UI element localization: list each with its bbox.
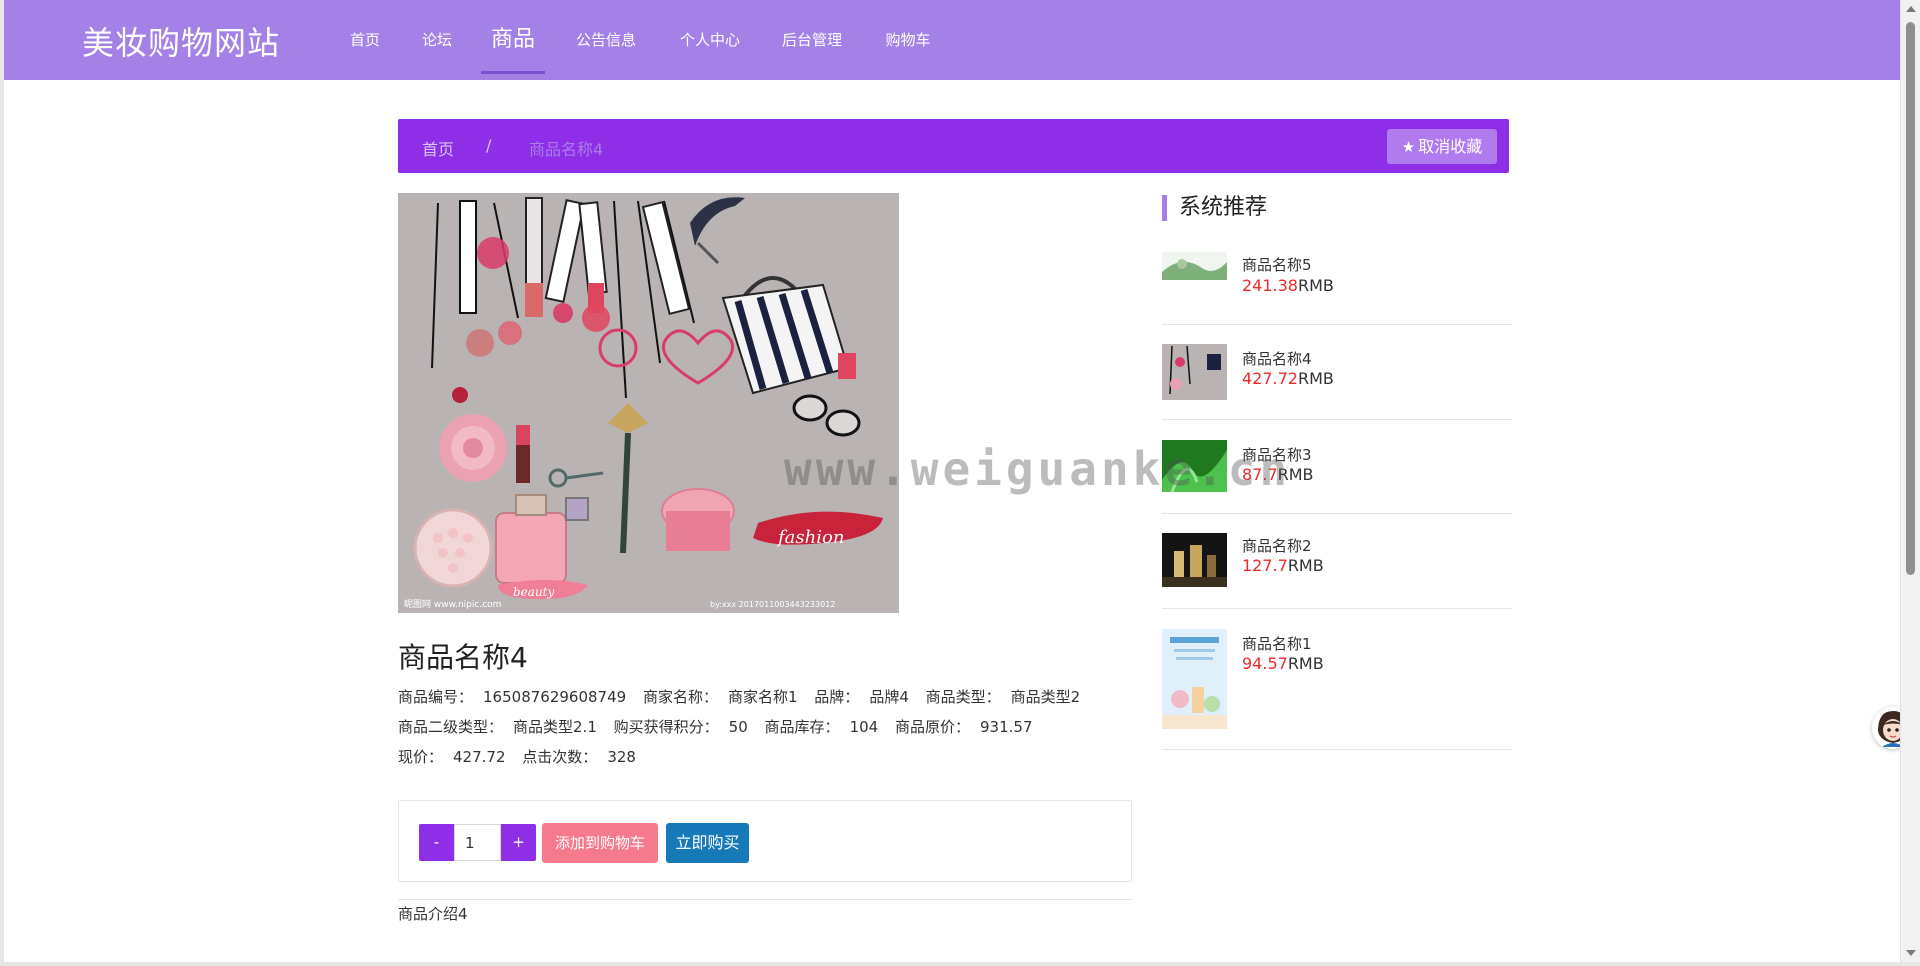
product-image: fashion beauty 昵图网 www.nipic.com by:xxx … xyxy=(398,193,899,613)
current-price-value: 427.72 xyxy=(453,748,506,766)
current-price-label: 现价： xyxy=(398,748,444,766)
nav-item-forum[interactable]: 论坛 xyxy=(420,0,454,80)
stock-value: 104 xyxy=(849,718,879,736)
subtype-label: 商品二级类型： xyxy=(398,718,504,736)
recommend-price-value: 94.57 xyxy=(1242,654,1288,673)
breadcrumb: 首页 / 商品名称4 ★ 取消收藏 xyxy=(398,119,1509,173)
breadcrumb-separator: / xyxy=(486,136,492,155)
recommend-price: 127.7RMB xyxy=(1242,556,1324,575)
recommend-thumb xyxy=(1162,533,1227,587)
buy-now-button[interactable]: 立即购买 xyxy=(666,823,749,863)
brand-value: 品牌4 xyxy=(869,688,909,706)
recommend-item[interactable]: 商品名称4 427.72RMB xyxy=(1162,344,1512,420)
nav-item-cart[interactable]: 购物车 xyxy=(884,0,932,80)
breadcrumb-home[interactable]: 首页 xyxy=(422,136,454,160)
quantity-increase-button[interactable]: + xyxy=(501,824,536,861)
recommend-price: 87.7RMB xyxy=(1242,465,1314,484)
points-value: 50 xyxy=(728,718,748,736)
product-thumb-image xyxy=(1162,252,1227,280)
site-brand[interactable]: 美妆购物网站 xyxy=(82,18,280,64)
recommend-item[interactable]: 商品名称1 94.57RMB xyxy=(1162,629,1512,750)
nav-item-profile[interactable]: 个人中心 xyxy=(678,0,742,80)
product-thumb-image xyxy=(1162,344,1227,400)
recommend-price: 94.57RMB xyxy=(1242,654,1324,673)
recommend-price-currency: RMB xyxy=(1287,556,1324,575)
recommend-thumb xyxy=(1162,440,1227,492)
recommend-thumb xyxy=(1162,629,1227,729)
nav-item-announcements[interactable]: 公告信息 xyxy=(574,0,638,80)
top-navbar: 美妆购物网站 首页 论坛 商品 公告信息 个人中心 后台管理 购物车 xyxy=(4,0,1900,80)
product-intro: 商品介绍4 xyxy=(398,905,468,923)
stock-label: 商品库存： xyxy=(764,718,840,736)
original-price-value: 931.57 xyxy=(980,718,1033,736)
product-thumb-image xyxy=(1162,533,1227,587)
points-label: 购买获得积分： xyxy=(613,718,719,736)
product-info-line-2: 商品二级类型： 商品类型2.1 购买获得积分： 50 商品库存： 104 商品原价： 9… xyxy=(398,716,1033,737)
nav-item-home[interactable]: 首页 xyxy=(348,0,382,80)
scroll-down-arrow-icon[interactable] xyxy=(1906,950,1916,956)
product-code-value: 165087629608749 xyxy=(483,688,627,706)
page-scrollbar[interactable] xyxy=(1900,0,1920,962)
recommend-price-value: 127.7 xyxy=(1242,556,1288,575)
recommend-price-currency: RMB xyxy=(1297,276,1334,295)
recommend-price-currency: RMB xyxy=(1297,369,1334,388)
recommend-thumb xyxy=(1162,344,1227,400)
recommend-name: 商品名称5 xyxy=(1242,256,1312,274)
nav-item-admin[interactable]: 后台管理 xyxy=(780,0,844,80)
scroll-up-arrow-icon[interactable] xyxy=(1906,6,1916,12)
recommend-price-value: 241.38 xyxy=(1242,276,1298,295)
description-divider xyxy=(398,899,1132,900)
image-fashion-text: fashion xyxy=(776,527,844,548)
recommend-price: 241.38RMB xyxy=(1242,276,1334,295)
recommend-thumb xyxy=(1162,252,1227,280)
image-watermark-right: by:xxx 2017011003443233012 xyxy=(710,600,835,609)
recommend-name: 商品名称4 xyxy=(1242,350,1312,368)
merchant-name-value: 商家名称1 xyxy=(727,688,798,706)
click-count-value: 328 xyxy=(607,748,636,766)
recommend-price: 427.72RMB xyxy=(1242,369,1334,388)
recommend-item[interactable]: 商品名称3 87.7RMB xyxy=(1162,440,1512,514)
page: 美妆购物网站 首页 论坛 商品 公告信息 个人中心 后台管理 购物车 首页 / … xyxy=(0,0,1920,966)
product-thumb-image xyxy=(1162,629,1227,729)
product-info-line-1: 商品编号： 165087629608749 商家名称： 商家名称1 品牌： 品牌4 商… xyxy=(398,686,1080,707)
cancel-favorite-label: 取消收藏 xyxy=(1418,137,1483,156)
quantity-input[interactable]: 1 xyxy=(454,824,501,861)
image-watermark-left: 昵图网 www.nipic.com xyxy=(404,599,501,610)
add-to-cart-button[interactable]: 添加到购物车 xyxy=(542,823,658,863)
cosmetics-illustration: fashion beauty 昵图网 www.nipic.com by:xxx … xyxy=(398,193,899,613)
recommend-name: 商品名称2 xyxy=(1242,537,1312,555)
product-type-label: 商品类型： xyxy=(925,688,1001,706)
product-info-line-3: 现价： 427.72 点击次数： 328 xyxy=(398,746,636,767)
recommend-item[interactable]: 商品名称2 127.7RMB xyxy=(1162,533,1512,609)
breadcrumb-current: 商品名称4 xyxy=(529,140,604,159)
nav-item-products[interactable]: 商品 xyxy=(481,0,545,80)
recommend-price-value: 427.72 xyxy=(1242,369,1298,388)
product-title: 商品名称4 xyxy=(398,641,528,674)
subtype-value: 商品类型2.1 xyxy=(513,718,597,736)
merchant-name-label: 商家名称： xyxy=(642,688,718,706)
original-price-label: 商品原价： xyxy=(894,718,970,736)
recommend-name: 商品名称3 xyxy=(1242,446,1312,464)
recommend-price-currency: RMB xyxy=(1287,654,1324,673)
quantity-decrease-button[interactable]: - xyxy=(419,824,454,861)
scrollbar-thumb[interactable] xyxy=(1906,22,1915,575)
click-count-label: 点击次数： xyxy=(522,748,598,766)
brand-label: 品牌： xyxy=(814,688,860,706)
recommend-item[interactable]: 商品名称5 241.38RMB xyxy=(1162,252,1512,325)
star-icon: ★ xyxy=(1401,138,1416,156)
product-thumb-image xyxy=(1162,440,1227,492)
product-type-value: 商品类型2 xyxy=(1010,688,1081,706)
product-code-label: 商品编号： xyxy=(398,688,474,706)
recommend-name: 商品名称1 xyxy=(1242,635,1312,653)
recommend-price-currency: RMB xyxy=(1277,465,1314,484)
recommend-title: 系统推荐 xyxy=(1162,195,1267,221)
recommend-price-value: 87.7 xyxy=(1242,465,1278,484)
cancel-favorite-button[interactable]: ★ 取消收藏 xyxy=(1387,129,1497,164)
purchase-panel: - 1 + 添加到购物车 立即购买 xyxy=(398,800,1132,882)
